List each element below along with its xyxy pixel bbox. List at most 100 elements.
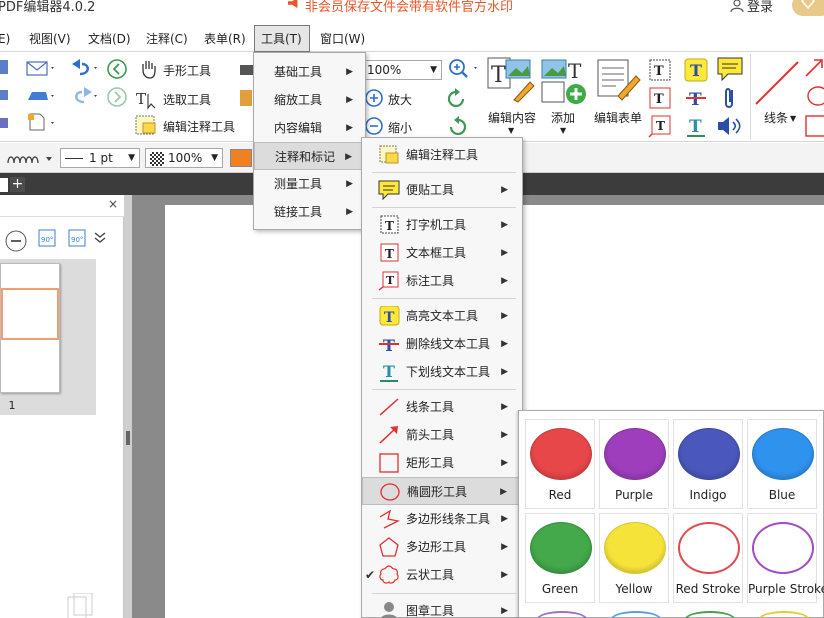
edit-form-label[interactable]: 编辑表单 xyxy=(594,109,642,126)
edit-content-icon[interactable]: T xyxy=(486,56,538,104)
tools-menu-item-links[interactable]: 链接工具 ▶ xyxy=(254,198,365,226)
new-tab-icon[interactable]: + xyxy=(10,177,25,192)
opacity-select[interactable]: 100% ▼ xyxy=(145,148,223,168)
textbox-icon[interactable]: T xyxy=(648,86,672,110)
zoom-out-icon[interactable] xyxy=(364,116,384,136)
typewriter-icon[interactable]: T xyxy=(648,58,672,82)
submenu-item-stamp[interactable]: 图章工具 ▶ xyxy=(362,597,522,618)
add-icon[interactable]: T xyxy=(540,56,590,106)
swatch-next-row[interactable] xyxy=(525,607,817,618)
highlight-icon[interactable]: T xyxy=(684,58,708,82)
hand-tool-icon[interactable] xyxy=(138,58,160,80)
submenu-item-edit-annotation[interactable]: 编辑注释工具 xyxy=(362,141,522,169)
email-icon[interactable] xyxy=(26,60,56,76)
line-width-select[interactable]: 1 pt ▼ xyxy=(60,148,140,168)
add-label[interactable]: 添加 xyxy=(551,109,575,126)
ellipse-icon[interactable] xyxy=(804,84,824,108)
submenu-item-polygon[interactable]: 多边形工具 ▶ xyxy=(362,533,522,561)
panel-splitter[interactable] xyxy=(124,195,132,618)
zoom-in-label[interactable]: 放大 xyxy=(388,91,412,108)
new-document-icon[interactable] xyxy=(26,112,60,132)
redo-icon[interactable] xyxy=(68,86,102,106)
cloud-style-icon[interactable] xyxy=(6,149,56,167)
submenu-item-callout[interactable]: T 标注工具 ▶ xyxy=(362,267,522,295)
print-icon[interactable] xyxy=(0,86,10,104)
edit-form-icon[interactable] xyxy=(596,58,642,104)
tools-menu-item-zoom[interactable]: 缩放工具 ▶ xyxy=(254,86,365,114)
zoom-magnifier-icon[interactable] xyxy=(448,58,482,80)
snapshot-icon[interactable] xyxy=(240,62,254,78)
submenu-item-ellipse[interactable]: 椭圆形工具 ▶ xyxy=(362,477,522,505)
submenu-item-arrow[interactable]: 箭头工具 ▶ xyxy=(362,421,522,449)
edit-annotation-label[interactable]: 编辑注释工具 xyxy=(163,118,235,135)
menu-edit[interactable]: E) xyxy=(0,27,10,51)
undo-icon[interactable] xyxy=(68,58,102,78)
menu-window[interactable]: 窗口(W) xyxy=(320,27,365,51)
lines-label[interactable]: 线条 xyxy=(764,109,788,126)
swatch-red-stroke[interactable]: Red Stroke xyxy=(673,513,743,603)
zoom-in-icon[interactable] xyxy=(364,88,384,108)
vip-badge[interactable] xyxy=(792,0,824,16)
edit-annotation-icon[interactable] xyxy=(134,114,160,138)
tools-menu-item-basic[interactable]: 基础工具 ▶ xyxy=(254,58,365,86)
submenu-item-textbox[interactable]: T 文本框工具 ▶ xyxy=(362,239,522,267)
select-tool-icon[interactable]: T xyxy=(136,88,160,110)
tools-menu-item-annotations[interactable]: 注释和标记 ▶ xyxy=(254,142,365,170)
submenu-item-rectangle[interactable]: 矩形工具 ▶ xyxy=(362,449,522,477)
arrow-icon[interactable] xyxy=(804,58,824,78)
select-tool-label[interactable]: 选取工具 xyxy=(163,91,211,108)
swatch-indigo[interactable]: Indigo xyxy=(673,419,743,509)
tools-menu-item-content-edit[interactable]: 内容编辑 ▶ xyxy=(254,114,365,142)
zoom-out-thumbnail-icon[interactable] xyxy=(4,229,28,253)
menu-document[interactable]: 文档(D) xyxy=(88,27,131,51)
swatch-yellow[interactable]: Yellow xyxy=(599,513,669,603)
close-tab-icon[interactable] xyxy=(0,178,8,192)
submenu-item-polyline[interactable]: 多边形线条工具 ▶ xyxy=(362,505,522,533)
submenu-item-underline[interactable]: T 下划线文本工具 ▶ xyxy=(362,358,522,386)
lines-dropdown-icon[interactable]: ▼ xyxy=(790,114,796,123)
submenu-item-sticky-note[interactable]: 便贴工具 ▶ xyxy=(362,176,522,204)
swatch-purple[interactable]: Purple xyxy=(599,419,669,509)
rectangle-icon[interactable] xyxy=(804,114,824,138)
submenu-item-typewriter[interactable]: T 打字机工具 ▶ xyxy=(362,211,522,239)
menu-comment[interactable]: 注释(C) xyxy=(146,27,188,51)
hand-tool-label[interactable]: 手形工具 xyxy=(163,62,211,79)
submenu-item-strikethrough[interactable]: T 删除线文本工具 ▶ xyxy=(362,330,522,358)
sticky-note-icon[interactable] xyxy=(716,56,744,82)
watermark-notice[interactable]: 非会员保存文件会带有软件官方水印 xyxy=(305,0,513,15)
edit-content-dropdown-icon[interactable]: ▼ xyxy=(508,126,514,135)
sound-icon[interactable] xyxy=(716,114,744,138)
clipboard-icon[interactable] xyxy=(240,88,254,106)
swatch-blue[interactable]: Blue xyxy=(747,419,817,509)
zoom-out-label[interactable]: 缩小 xyxy=(388,119,412,136)
rotate-left-icon[interactable] xyxy=(446,88,468,110)
close-panel-icon[interactable]: × xyxy=(108,197,118,211)
save-icon[interactable] xyxy=(0,58,10,76)
attachment-icon[interactable] xyxy=(720,86,740,112)
callout-icon[interactable]: T xyxy=(648,114,672,138)
swatch-red[interactable]: Red xyxy=(525,419,595,509)
submenu-item-cloud[interactable]: ✔ 云状工具 ▶ xyxy=(362,561,522,589)
forward-icon[interactable] xyxy=(106,86,128,108)
zoom-select[interactable]: 100% ▼ xyxy=(362,60,442,80)
swatch-green[interactable]: Green xyxy=(525,513,595,603)
more-options-icon[interactable] xyxy=(94,231,106,245)
underline-icon[interactable]: T xyxy=(684,114,708,138)
add-dropdown-icon[interactable]: ▼ xyxy=(560,126,566,135)
page-thumbnail[interactable] xyxy=(0,263,60,393)
thumbnail-selection[interactable]: 1 xyxy=(0,259,96,415)
splitter-handle[interactable] xyxy=(126,431,130,445)
login-button[interactable]: 登录 xyxy=(730,0,773,15)
menu-view[interactable]: 视图(V) xyxy=(29,27,71,51)
tools-menu-item-measure[interactable]: 测量工具 ▶ xyxy=(254,170,365,198)
scan-icon[interactable] xyxy=(26,88,56,104)
line-icon[interactable] xyxy=(754,60,800,106)
color-picker[interactable] xyxy=(230,149,252,167)
share-icon[interactable] xyxy=(0,114,10,132)
edit-content-label[interactable]: 编辑内容 xyxy=(488,109,536,126)
submenu-item-highlight[interactable]: T 高亮文本工具 ▶ xyxy=(362,302,522,330)
rotate-right-90-icon[interactable]: 90° xyxy=(66,227,90,251)
swatch-purple-stroke[interactable]: Purple Stroke xyxy=(747,513,824,603)
back-icon[interactable] xyxy=(106,58,128,80)
submenu-item-line[interactable]: 线条工具 ▶ xyxy=(362,393,522,421)
